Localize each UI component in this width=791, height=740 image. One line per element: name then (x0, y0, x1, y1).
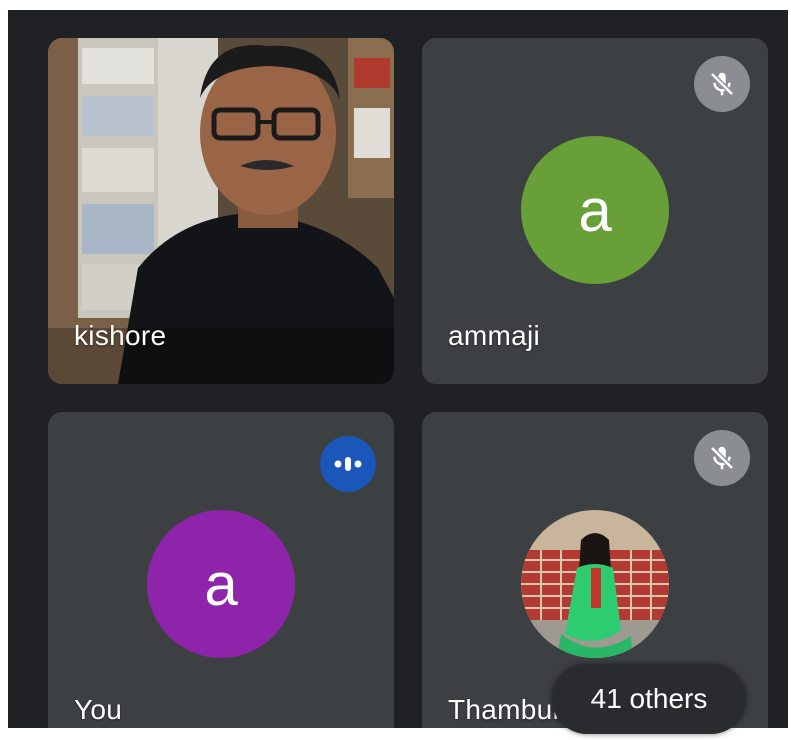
mic-off-icon (694, 56, 750, 112)
others-button[interactable]: 41 others (552, 664, 746, 734)
speaking-indicator-icon (320, 436, 376, 492)
participant-name: kishore (74, 320, 167, 351)
participant-tile-kishore[interactable]: kishore (48, 38, 394, 384)
mic-off-icon (694, 430, 750, 486)
participant-tile-ammaji[interactable]: a ammaji (422, 38, 768, 384)
participant-photo (521, 510, 669, 658)
meeting-grid: kishore a ammaji a You Thambur (8, 10, 788, 728)
participant-tile-you[interactable]: a You (48, 412, 394, 728)
participant-name: Thambur (448, 694, 563, 725)
participant-avatar: a (521, 136, 669, 284)
participant-name: ammaji (448, 320, 541, 351)
participant-name: You (74, 694, 123, 725)
participant-avatar: a (147, 510, 295, 658)
